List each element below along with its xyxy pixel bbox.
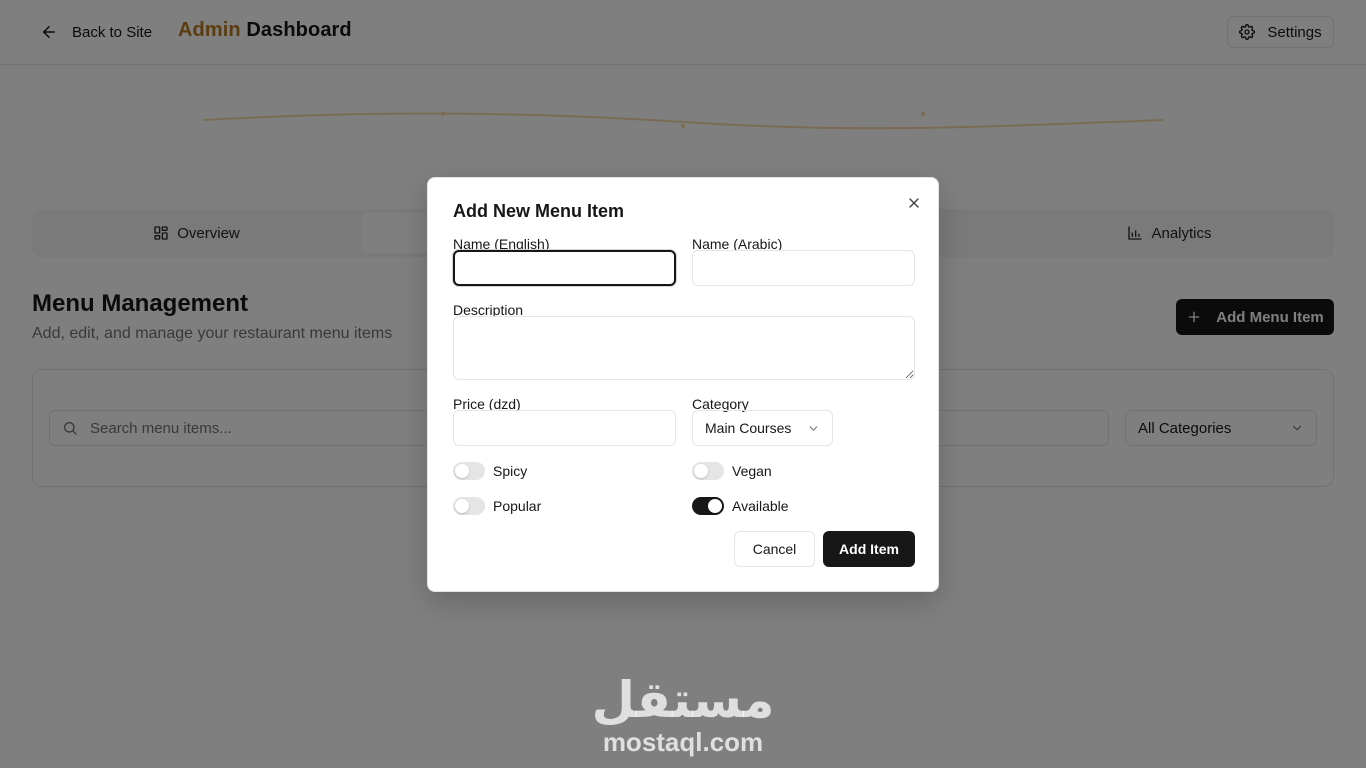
watermark-latin: mostaql.com [602,727,764,757]
vegan-switch[interactable] [692,462,724,480]
spicy-label: Spicy [493,463,528,479]
spicy-switch[interactable] [453,462,485,480]
category-select-value: Main Courses [705,420,792,436]
price-input[interactable] [453,410,676,446]
available-label: Available [732,498,789,514]
available-switch[interactable] [692,497,724,515]
close-icon [909,198,919,208]
available-toggle-row: Available [692,497,789,515]
watermark-arabic: مستقل [591,671,775,729]
description-textarea[interactable] [453,316,915,380]
popular-toggle-row: Popular [453,497,541,515]
vegan-toggle-row: Vegan [692,462,772,480]
spicy-toggle-row: Spicy [453,462,527,480]
cancel-button[interactable]: Cancel [734,531,815,567]
category-select[interactable]: Main Courses [692,410,833,446]
chevron-down-icon [809,425,818,431]
close-dialog-button[interactable] [906,195,922,211]
add-menu-item-dialog: Add New Menu Item Name (English) Name (A… [427,177,939,592]
dialog-title: Add New Menu Item [453,201,625,221]
vegan-label: Vegan [732,463,772,479]
add-item-button[interactable]: Add Item [823,531,915,567]
name-arabic-input[interactable] [692,250,915,286]
popular-label: Popular [493,498,542,514]
name-english-input[interactable] [453,250,676,286]
watermark-logo: مستقل mostaql.com [583,672,783,756]
popular-switch[interactable] [453,497,485,515]
